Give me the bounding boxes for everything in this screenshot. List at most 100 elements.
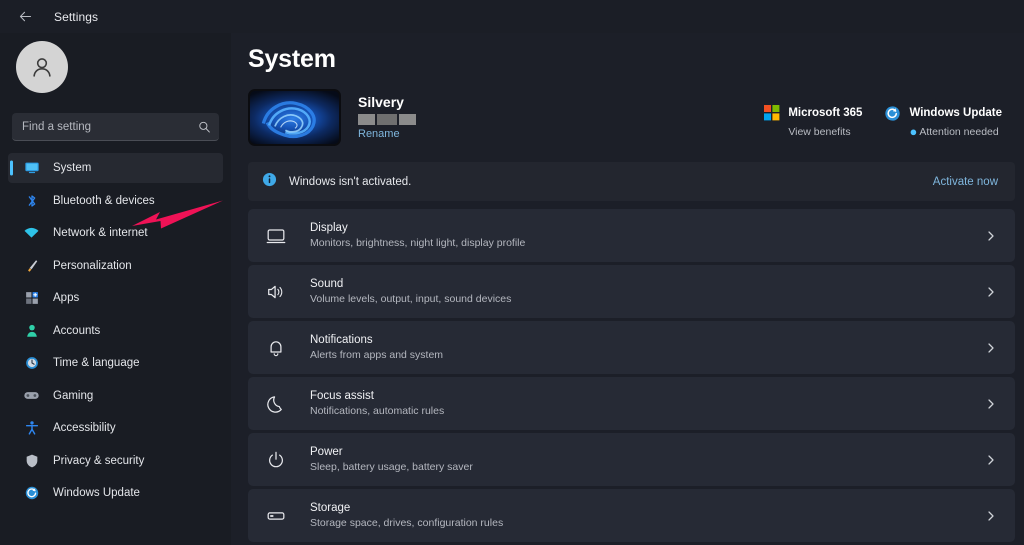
- user-avatar-icon: [33, 58, 51, 77]
- settings-card-power[interactable]: Power Sleep, battery usage, battery save…: [248, 433, 1015, 486]
- windows-bloom-wallpaper: [248, 89, 341, 146]
- settings-card-list: Display Monitors, brightness, night ligh…: [248, 209, 1024, 542]
- chevron-right-icon: [985, 398, 997, 410]
- moon-icon: [264, 394, 288, 414]
- sidebar-item-bluetooth-devices[interactable]: Bluetooth & devices: [8, 186, 223, 216]
- sidebar-item-label: System: [53, 162, 92, 174]
- quicklink-title: Microsoft 365: [788, 107, 863, 119]
- search-box[interactable]: [12, 113, 219, 141]
- settings-card-sound[interactable]: Sound Volume levels, output, input, soun…: [248, 265, 1015, 318]
- shield-icon: [23, 452, 40, 469]
- bell-icon: [264, 338, 288, 358]
- speaker-icon: [264, 282, 288, 302]
- chevron-right-icon: [985, 286, 997, 298]
- card-subtitle: Sleep, battery usage, battery saver: [310, 460, 473, 473]
- chevron-right-icon: [985, 510, 997, 522]
- apps-grid-icon: [23, 290, 40, 307]
- card-texts: Sound Volume levels, output, input, soun…: [310, 277, 511, 306]
- sidebar: System Bluetooth & devices: [0, 33, 231, 545]
- settings-card-notifications[interactable]: Notifications Alerts from apps and syste…: [248, 321, 1015, 374]
- sidebar-item-accounts[interactable]: Accounts: [8, 316, 223, 346]
- sidebar-item-label: Network & internet: [53, 227, 148, 239]
- sidebar-item-system[interactable]: System: [8, 153, 223, 183]
- settings-card-display[interactable]: Display Monitors, brightness, night ligh…: [248, 209, 1015, 262]
- back-arrow-icon: [19, 11, 31, 22]
- drive-icon: [264, 506, 288, 526]
- search-container: [8, 93, 223, 151]
- sidebar-item-network-internet[interactable]: Network & internet: [8, 218, 223, 248]
- sidebar-item-label: Accessibility: [53, 422, 116, 434]
- sidebar-item-label: Apps: [53, 292, 80, 304]
- back-button[interactable]: [10, 4, 40, 30]
- chevron-right-icon: [985, 454, 997, 466]
- sidebar-item-gaming[interactable]: Gaming: [8, 381, 223, 411]
- sidebar-item-label: Time & language: [53, 357, 140, 369]
- settings-window: Settings Find a setting System Bluetooth…: [0, 0, 1024, 545]
- search-input[interactable]: [22, 120, 193, 133]
- sidebar-item-label: Personalization: [53, 259, 132, 272]
- microsoft-logo-icon: [764, 105, 780, 126]
- card-title: Display: [310, 222, 348, 235]
- chevron-right-icon: [985, 230, 997, 242]
- bloom-swirl-graphic: [261, 101, 316, 139]
- sidebar-item-label: Accounts: [53, 324, 101, 337]
- activation-banner: Windows isn't activated. Activate now: [248, 162, 1015, 201]
- page-title: System: [248, 45, 336, 73]
- info-icon: [262, 172, 277, 192]
- card-title: Notifications: [310, 334, 373, 347]
- activate-now-link[interactable]: Activate now: [933, 176, 998, 188]
- card-subtitle: Notifications, automatic rules: [310, 404, 445, 417]
- sidebar-item-time-language[interactable]: Time & language: [8, 348, 223, 378]
- window-title: Settings: [54, 9, 99, 24]
- card-title: Focus assist: [310, 390, 374, 403]
- banner-left: Windows isn't activated.: [262, 172, 411, 192]
- card-subtitle: Alerts from apps and system: [310, 348, 444, 361]
- settings-card-storage[interactable]: Storage Storage space, drives, configura…: [248, 489, 1015, 542]
- sidebar-item-label: Bluetooth & devices: [53, 194, 155, 207]
- sidebar-item-accessibility[interactable]: Accessibility: [8, 413, 223, 443]
- card-title: Sound: [310, 278, 344, 291]
- title-bar: Settings: [0, 0, 1024, 33]
- accessibility-icon: [23, 420, 40, 437]
- rename-link[interactable]: Rename: [358, 128, 416, 140]
- power-icon: [264, 450, 288, 470]
- settings-card-focus-assist[interactable]: Focus assist Notifications, automatic ru…: [248, 377, 1015, 430]
- sidebar-item-label: Windows Update: [53, 487, 140, 499]
- gamepad-icon: [23, 387, 40, 404]
- device-info: Silvery Rename: [358, 89, 416, 146]
- sidebar-item-personalization[interactable]: Personalization: [8, 251, 223, 281]
- card-texts: Power Sleep, battery usage, battery save…: [310, 445, 473, 474]
- card-subtitle: Volume levels, output, input, sound devi…: [310, 292, 512, 305]
- person-icon: [23, 322, 40, 339]
- sidebar-nav: System Bluetooth & devices Network & int…: [8, 153, 223, 511]
- display-monitor-icon: [264, 226, 288, 246]
- card-title: Power: [310, 446, 343, 459]
- sidebar-item-privacy-security[interactable]: Privacy & security: [8, 446, 223, 476]
- sidebar-item-label: Privacy & security: [53, 454, 145, 467]
- header-quicklinks: Microsoft 365 View benefits Windows Upda…: [764, 103, 1002, 140]
- sidebar-item-apps[interactable]: Apps: [8, 283, 223, 313]
- card-subtitle: Monitors, brightness, night light, displ…: [310, 236, 526, 249]
- clock-icon: [23, 355, 40, 372]
- status-dot: ●: [909, 123, 918, 139]
- windows-update-refresh-icon: [884, 105, 901, 127]
- quicklink-title: Windows Update: [909, 107, 1002, 119]
- device-name: Silvery: [358, 93, 404, 110]
- card-title: Storage: [310, 502, 351, 515]
- avatar[interactable]: [16, 41, 68, 93]
- card-texts: Display Monitors, brightness, night ligh…: [310, 221, 525, 250]
- quicklink-windows-update[interactable]: Windows Update ● Attention needed: [884, 103, 1002, 140]
- sidebar-item-windows-update[interactable]: Windows Update: [8, 478, 223, 508]
- card-subtitle: Storage space, drives, configuration rul…: [310, 516, 504, 529]
- card-texts: Storage Storage space, drives, configura…: [310, 501, 503, 530]
- quicklink-microsoft-365[interactable]: Microsoft 365 View benefits: [764, 103, 862, 140]
- monitor-icon: [23, 160, 40, 177]
- bluetooth-icon: [23, 192, 40, 209]
- sidebar-item-label: Gaming: [53, 389, 94, 402]
- refresh-icon: [23, 485, 40, 502]
- search-icon: [198, 120, 211, 133]
- wifi-icon: [23, 225, 40, 242]
- window-body: System Bluetooth & devices: [0, 33, 1024, 545]
- quicklink-subtitle: ● Attention needed: [909, 123, 999, 139]
- content-area: System Silvery Rename Microsoft 365 View…: [231, 33, 1024, 545]
